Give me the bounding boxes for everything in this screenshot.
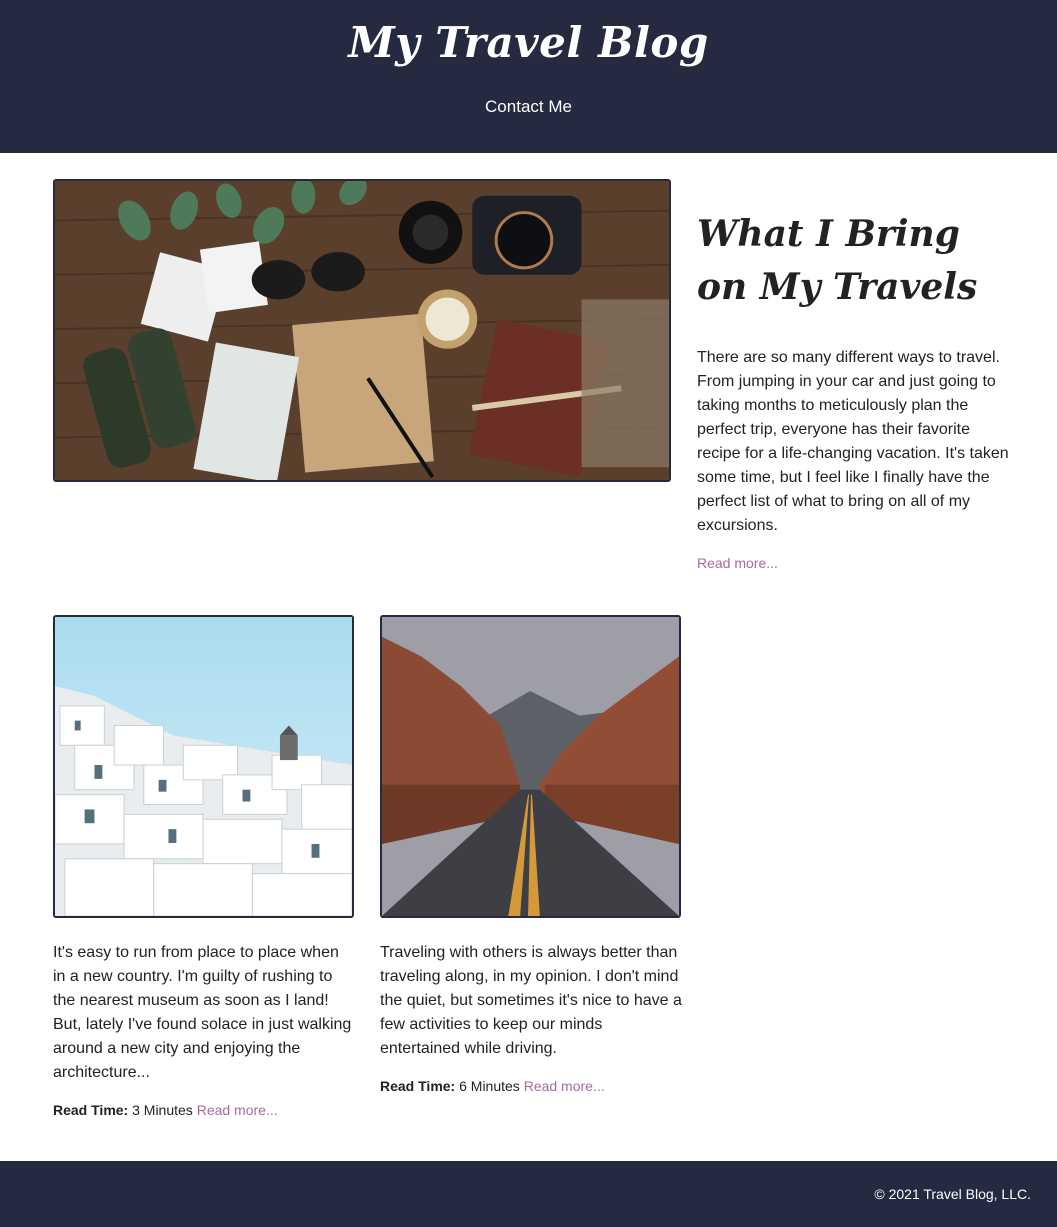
- site-title[interactable]: My Travel Blog: [0, 18, 1057, 67]
- featured-post-image[interactable]: [53, 179, 671, 482]
- nav-contact-link: Contact Me: [0, 97, 1057, 117]
- post-image-santorini[interactable]: [53, 615, 354, 918]
- site-header: My Travel Blog Contact Me: [0, 0, 1057, 153]
- read-time-value: 6 Minutes: [459, 1078, 520, 1094]
- read-more-link-1[interactable]: Read more...: [197, 1102, 278, 1118]
- read-time-label: Read Time:: [53, 1102, 129, 1118]
- post-excerpt-2: Traveling with others is always better t…: [380, 944, 682, 1057]
- read-time-value: 3 Minutes: [132, 1102, 193, 1118]
- contact-me-link[interactable]: Contact Me: [485, 97, 572, 116]
- post-meta-2: Read Time: 6 Minutes Read more...: [380, 1078, 605, 1094]
- post-image-desert-road[interactable]: [380, 615, 681, 918]
- post-excerpt-1: It's easy to run from place to place whe…: [53, 944, 352, 1081]
- featured-post-title[interactable]: What I Bring on My Travels: [697, 208, 1017, 314]
- site-footer: © 2021 Travel Blog, LLC.: [0, 1161, 1057, 1227]
- featured-read-more-container: Read more...: [697, 555, 778, 573]
- read-more-link-2[interactable]: Read more...: [524, 1078, 605, 1094]
- copyright-text: © 2021 Travel Blog, LLC.: [874, 1186, 1031, 1202]
- read-time-label: Read Time:: [380, 1078, 456, 1094]
- featured-read-more-link[interactable]: Read more...: [697, 555, 778, 571]
- featured-post-excerpt: There are so many different ways to trav…: [697, 349, 1009, 534]
- post-meta-1: Read Time: 3 Minutes Read more...: [53, 1102, 278, 1118]
